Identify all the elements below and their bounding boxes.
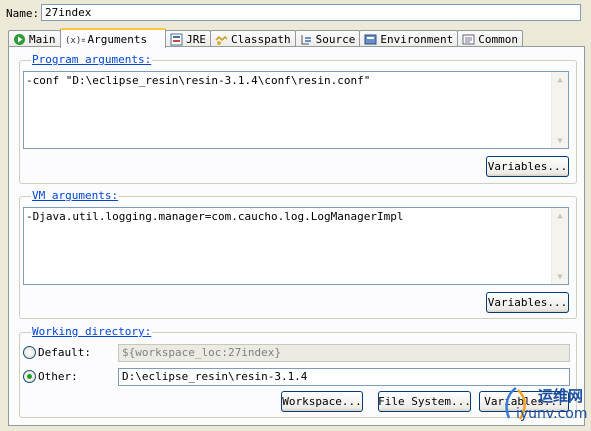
common-icon bbox=[462, 33, 475, 46]
tab-arguments[interactable]: (x)= Arguments bbox=[59, 28, 167, 48]
default-directory-value: ${workspace_loc:27index} bbox=[122, 346, 281, 359]
tab-bar: Main (x)= Arguments JRE Classpath Source… bbox=[8, 28, 523, 48]
scroll-down-icon[interactable]: ▼ bbox=[552, 133, 568, 148]
program-arguments-group: Program arguments: -conf "D:\eclipse_res… bbox=[19, 53, 577, 184]
vm-arguments-textarea[interactable]: -Djava.util.logging.manager=com.caucho.l… bbox=[23, 207, 569, 285]
vm-arguments-group: VM arguments: -Djava.util.logging.manage… bbox=[19, 189, 577, 319]
vm-arguments-value: -Djava.util.logging.manager=com.caucho.l… bbox=[26, 210, 404, 223]
workspace-button-label: Workspace... bbox=[282, 395, 362, 408]
source-icon bbox=[300, 33, 313, 46]
other-directory-value: D:\eclipse_resin\resin-3.1.4 bbox=[122, 370, 308, 383]
tab-source-label: Source bbox=[315, 33, 356, 46]
name-input-value: 27index bbox=[45, 6, 92, 19]
watermark-url: iyunv.com bbox=[516, 406, 588, 422]
program-arguments-title: Program arguments: bbox=[31, 53, 153, 66]
arguments-tab-pane: Program arguments: -conf "D:\eclipse_res… bbox=[8, 46, 585, 426]
tab-common-label: Common bbox=[478, 33, 518, 46]
program-arguments-scrollbar[interactable]: ▲ ▼ bbox=[551, 72, 568, 148]
vm-arguments-title: VM arguments: bbox=[31, 189, 120, 202]
svg-text:(x)=: (x)= bbox=[65, 36, 85, 46]
vm-arguments-variables-label: Variables... bbox=[487, 296, 568, 309]
other-label: Other: bbox=[38, 370, 78, 383]
tab-environment-label: Environment bbox=[380, 33, 454, 46]
working-directory-group: Working directory: Default: ${workspace_… bbox=[19, 325, 577, 418]
jre-icon bbox=[170, 33, 183, 46]
other-radio[interactable] bbox=[23, 370, 36, 383]
tab-arguments-label: Arguments bbox=[87, 33, 148, 46]
watermark: 运维网 iyunv.com bbox=[500, 384, 588, 428]
environment-icon bbox=[364, 33, 377, 46]
tab-main-label: Main bbox=[29, 33, 56, 46]
default-label: Default: bbox=[38, 346, 91, 359]
vm-arguments-variables-button[interactable]: Variables... bbox=[486, 292, 569, 313]
program-arguments-value: -conf "D:\eclipse_resin\resin-3.1.4\conf… bbox=[26, 74, 371, 87]
name-input[interactable]: 27index bbox=[41, 4, 581, 21]
program-arguments-textarea[interactable]: -conf "D:\eclipse_resin\resin-3.1.4\conf… bbox=[23, 71, 569, 149]
scroll-down-icon[interactable]: ▼ bbox=[552, 269, 568, 284]
scroll-up-icon[interactable]: ▲ bbox=[552, 72, 568, 87]
workspace-button[interactable]: Workspace... bbox=[281, 391, 363, 412]
watermark-cn: 运维网 bbox=[538, 387, 584, 405]
scroll-up-icon[interactable]: ▲ bbox=[552, 208, 568, 223]
file-system-button-label: File System... bbox=[378, 395, 471, 408]
program-arguments-variables-label: Variables... bbox=[487, 160, 568, 173]
tab-classpath-label: Classpath bbox=[230, 33, 291, 46]
file-system-button[interactable]: File System... bbox=[378, 391, 471, 412]
name-label: Name: bbox=[6, 7, 39, 20]
run-icon bbox=[13, 33, 26, 46]
working-directory-title: Working directory: bbox=[31, 325, 153, 338]
classpath-icon bbox=[215, 33, 228, 46]
arguments-icon: (x)= bbox=[65, 33, 85, 46]
default-directory-field: ${workspace_loc:27index} bbox=[118, 344, 570, 362]
name-label-text: Name: bbox=[6, 7, 40, 20]
default-radio[interactable] bbox=[23, 346, 36, 359]
program-arguments-variables-button[interactable]: Variables... bbox=[486, 156, 569, 177]
tab-jre-label: JRE bbox=[186, 33, 206, 46]
vm-arguments-scrollbar[interactable]: ▲ ▼ bbox=[551, 208, 568, 284]
